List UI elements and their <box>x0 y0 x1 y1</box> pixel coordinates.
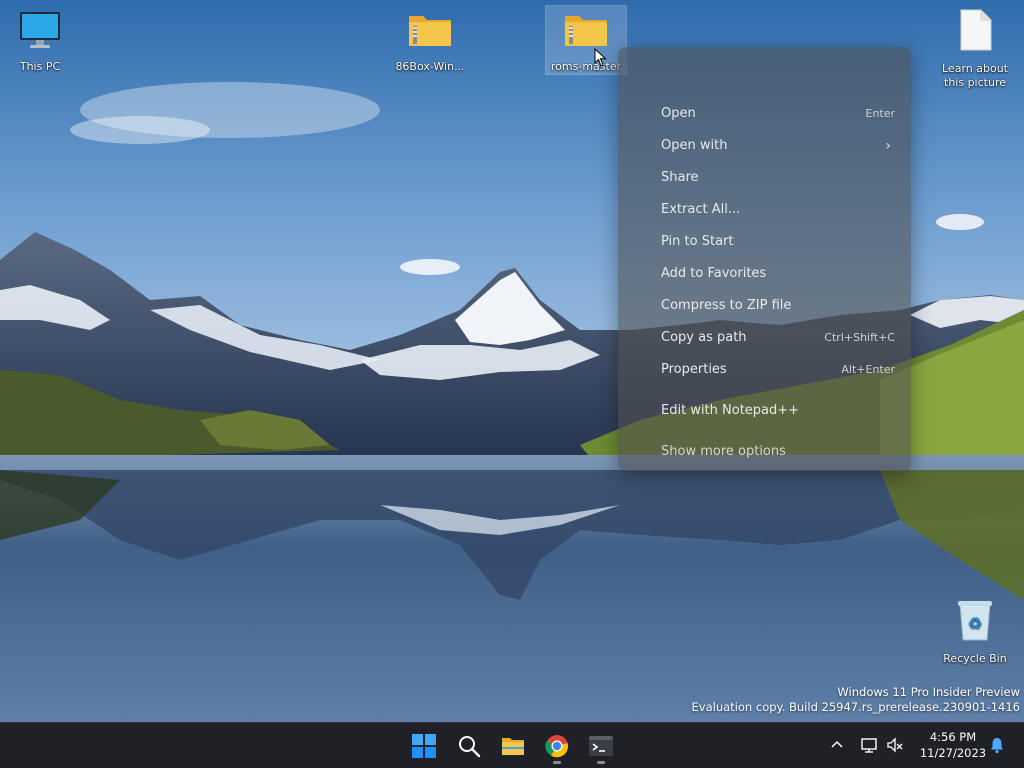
menu-item-shortcut: Ctrl+Shift+C <box>824 331 895 344</box>
windows-watermark: Windows 11 Pro Insider Preview Evaluatio… <box>692 685 1020 715</box>
zip-folder-icon <box>390 10 470 54</box>
desktop-icon-label: Recycle Bin <box>943 652 1007 665</box>
search-button[interactable] <box>450 727 488 765</box>
desktop-icon-learn-about-this-picture[interactable]: Learn about this picture <box>935 8 1015 90</box>
terminal-icon <box>589 736 613 756</box>
mouse-cursor-icon <box>594 48 607 67</box>
clock-time: 4:56 PM <box>929 730 977 744</box>
desktop[interactable]: This PC 86Box-Win... roms-master Learn a… <box>0 0 1024 768</box>
menu-item-edit-with-notepad[interactable]: Edit with Notepad++ <box>618 396 911 426</box>
menu-item-label: Share <box>661 170 699 185</box>
running-indicator <box>597 761 605 764</box>
context-menu: Open Enter Open with › Share Extract All… <box>618 47 911 471</box>
menu-item-label: Pin to Start <box>661 234 734 249</box>
zip-folder-icon <box>546 10 626 54</box>
search-icon <box>459 736 481 758</box>
menu-item-label: Open with <box>661 138 728 153</box>
menu-item-properties[interactable]: Properties Alt+Enter <box>618 355 911 385</box>
watermark-build: Evaluation copy. Build 25947.rs_prerelea… <box>691 700 1020 714</box>
menu-item-show-more-options[interactable]: Show more options <box>618 437 911 467</box>
svg-text:♻: ♻ <box>968 614 982 633</box>
menu-item-compress-to-zip[interactable]: Compress to ZIP file <box>618 291 911 321</box>
menu-item-open[interactable]: Open Enter <box>618 99 911 129</box>
desktop-icon-label: roms-master <box>550 60 622 73</box>
file-explorer-button[interactable] <box>494 727 532 765</box>
menu-item-add-to-favorites[interactable]: Add to Favorites <box>618 259 911 289</box>
desktop-icon-recycle-bin[interactable]: ♻ Recycle Bin <box>935 598 1015 666</box>
chrome-icon <box>545 735 569 758</box>
running-indicator <box>553 761 561 764</box>
desktop-icon-label: Learn about this picture <box>942 62 1008 89</box>
taskbar-clock[interactable]: 4:56 PM 11/27/2023 <box>912 729 994 761</box>
menu-item-share[interactable]: Share <box>618 163 911 193</box>
menu-item-shortcut: Alt+Enter <box>841 363 895 376</box>
menu-item-open-with[interactable]: Open with › <box>618 131 911 161</box>
menu-item-label: Add to Favorites <box>661 266 767 281</box>
menu-item-label: Properties <box>661 362 727 377</box>
start-button[interactable] <box>405 727 443 765</box>
network-icon[interactable] <box>860 736 878 754</box>
monitor-icon <box>0 10 80 54</box>
watermark-edition: Windows 11 Pro Insider Preview <box>837 685 1020 699</box>
desktop-icon-86box[interactable]: 86Box-Win... <box>390 10 470 74</box>
menu-item-label: Edit with Notepad++ <box>661 403 800 418</box>
volume-muted-icon[interactable] <box>886 736 904 754</box>
desktop-icon-this-pc[interactable]: This PC <box>0 10 80 74</box>
terminal-button[interactable] <box>582 727 620 765</box>
desktop-icon-label: 86Box-Win... <box>395 60 465 73</box>
menu-item-extract-all[interactable]: Extract All... <box>618 195 911 225</box>
file-explorer-icon <box>502 738 524 755</box>
recycle-bin-icon: ♻ <box>935 598 1015 646</box>
chrome-button[interactable] <box>538 727 576 765</box>
clock-date: 11/27/2023 <box>919 746 987 760</box>
menu-item-label: Copy as path <box>661 330 747 345</box>
menu-item-label: Show more options <box>661 444 786 459</box>
notification-bell-icon[interactable] <box>988 736 1006 754</box>
menu-item-label: Compress to ZIP file <box>661 298 792 313</box>
menu-item-label: Open <box>661 106 696 121</box>
chevron-right-icon: › <box>885 138 891 154</box>
taskbar: 4:56 PM 11/27/2023 <box>0 722 1024 768</box>
chevron-up-icon[interactable] <box>830 738 844 752</box>
windows-start-icon <box>412 734 436 758</box>
menu-item-pin-to-start[interactable]: Pin to Start <box>618 227 911 257</box>
menu-item-label: Extract All... <box>661 202 741 217</box>
document-icon <box>935 8 1015 56</box>
desktop-icon-label: This PC <box>19 60 61 73</box>
menu-item-shortcut: Enter <box>865 107 895 120</box>
menu-item-copy-as-path[interactable]: Copy as path Ctrl+Shift+C <box>618 323 911 353</box>
desktop-icon-roms-master[interactable]: roms-master <box>545 5 627 75</box>
